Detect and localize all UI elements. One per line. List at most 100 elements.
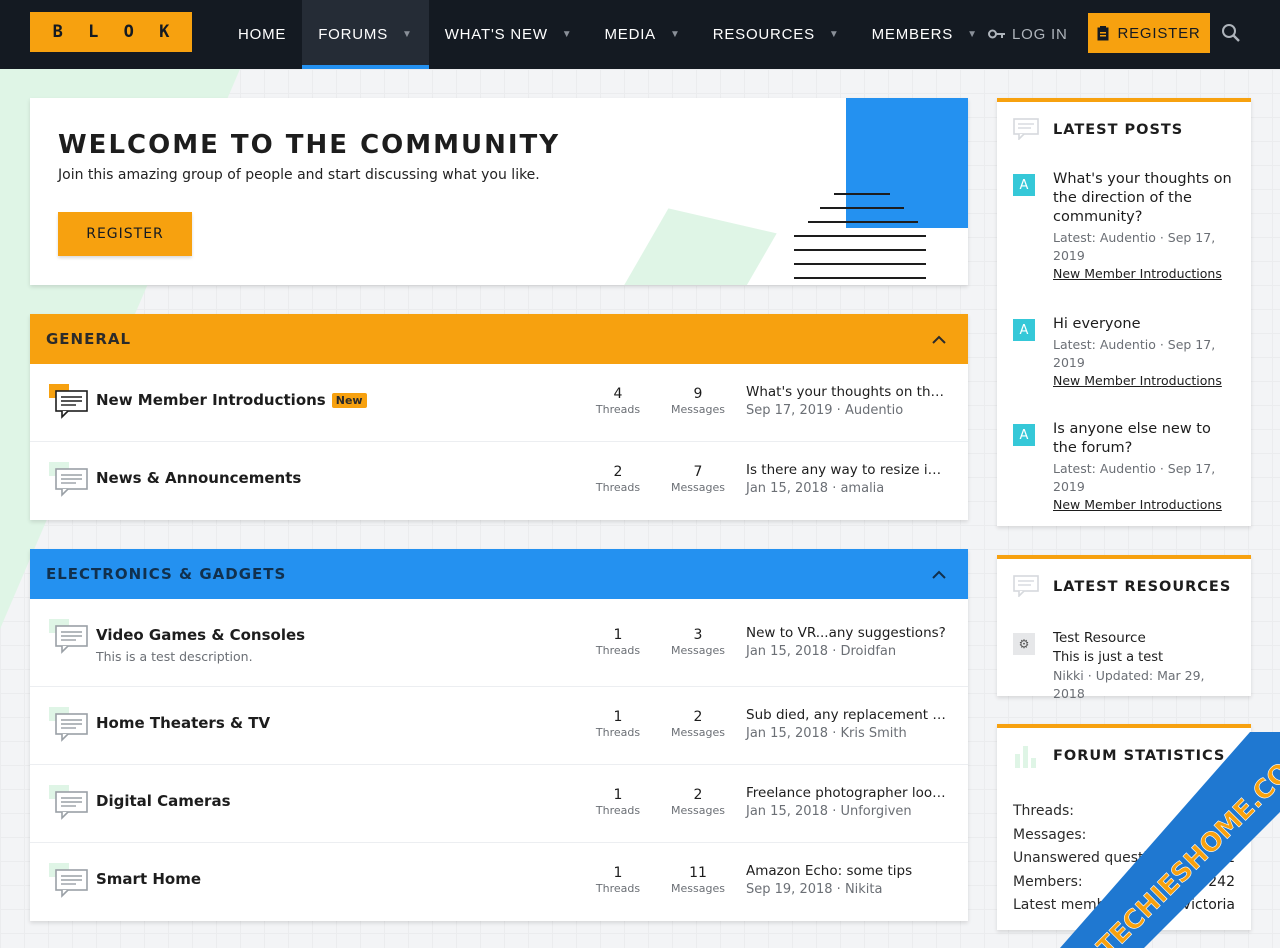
last-post-meta: Jan 15, 2018 · Droidfan [746,644,897,659]
last-post: What's your thoughts on the direction of… [746,384,946,418]
last-post-user[interactable]: Droidfan [840,644,896,659]
latest-post-title[interactable]: What's your thoughts on the direction of… [1053,170,1237,227]
chevron-down-icon[interactable]: ▼ [967,29,978,40]
widget-header: LATEST POSTS [997,102,1251,158]
forum-title-text: Digital Cameras [96,792,231,810]
forum-row[interactable]: Video Games & Consoles This is a test de… [30,599,968,687]
register-button[interactable]: REGISTER [1088,13,1210,53]
chat-bubble-icon [1013,118,1039,140]
nav-members[interactable]: Members ▼ [856,0,994,69]
nav-forums[interactable]: Forums ▼ [302,0,429,69]
last-post-title[interactable]: Freelance photographer looking for tips [746,785,946,801]
last-post-user[interactable]: Nikita [845,882,883,897]
last-post-user[interactable]: Audentio [845,403,903,418]
category-header[interactable]: GENERAL [30,314,968,364]
latest-post-title[interactable]: Hi everyone [1053,315,1237,334]
latest-post-item: A Hi everyone Latest: Audentio · Sep 17,… [997,315,1251,390]
last-post-title[interactable]: Amazon Echo: some tips [746,863,946,879]
welcome-subtitle: Join this amazing group of people and st… [58,167,540,183]
forum-title[interactable]: Digital Cameras [96,792,231,810]
messages-count: 2 Messages [671,787,725,817]
last-post-meta: Jan 15, 2018 · Unforgiven [746,804,912,819]
last-post-meta: Jan 15, 2018 · Kris Smith [746,726,907,741]
forum-title[interactable]: Smart Home [96,870,201,888]
nav-media[interactable]: Media ▼ [588,0,696,69]
widget-latest-resources: LATEST RESOURCES ⚙ Test Resource This is… [997,555,1251,701]
latest-post-meta: Latest: Audentio · Sep 17, 2019 [1053,337,1216,370]
last-post-title[interactable]: New to VR...any suggestions? [746,625,946,641]
last-post-meta: Sep 19, 2018 · Nikita [746,882,883,897]
chat-bubble-icon [49,619,88,654]
chevron-down-icon[interactable]: ▼ [829,29,840,40]
forum-title-text: Smart Home [96,870,202,888]
forum-description: This is a test description. [96,649,253,664]
avatar[interactable]: A [1013,319,1035,341]
category-header[interactable]: ELECTRONICS & GADGETS [30,549,968,599]
welcome-register-button[interactable]: REGISTER [58,212,192,256]
latest-post-forum-link[interactable]: New Member Introductions [1053,265,1237,283]
login-link[interactable]: LOG IN [988,20,1068,48]
latest-post-title[interactable]: Is anyone else new to the forum? [1053,420,1237,458]
latest-post-meta: Latest: Audentio · Sep 17, 2019 [1053,461,1216,494]
nav-whats-new[interactable]: What's new ▼ [429,0,589,69]
last-post-title[interactable]: Is there any way to resize images? [746,462,946,478]
forum-title-text: News & Announcements [96,469,302,487]
messages-count: 7 Messages [671,464,725,494]
chevron-down-icon[interactable]: ▼ [562,29,573,40]
last-post-user[interactable]: amalia [840,481,884,496]
last-post-user[interactable]: Unforgiven [840,804,911,819]
widget-header: FORUM STATISTICS [997,728,1251,784]
search-icon[interactable] [1218,20,1244,46]
nav-label: Members [871,26,954,43]
avatar[interactable]: A [1013,174,1035,196]
gear-icon[interactable]: ⚙ [1013,633,1035,655]
forum-title[interactable]: Video Games & Consoles [96,626,305,644]
widget-header: LATEST RESOURCES [997,559,1251,615]
logo-letter: L [88,22,99,42]
category-electronics: ELECTRONICS & GADGETS Video Games & Cons… [30,549,968,921]
chevron-up-icon[interactable] [932,335,946,344]
nav-label: Forums [318,26,388,43]
chat-bubble-icon [49,785,88,820]
widget-latest-posts: LATEST POSTS A What's your thoughts on t… [997,98,1251,526]
forum-row[interactable]: New Member Introductions New 4 Threads 9… [30,364,968,442]
chevron-up-icon[interactable] [932,570,946,579]
last-post-meta: Sep 17, 2019 · Audentio [746,403,904,418]
stat-row: Messages: [1013,826,1087,843]
widget-title: LATEST POSTS [1053,122,1184,138]
last-post: New to VR...any suggestions? Jan 15, 201… [746,625,946,659]
logo-letter: K [159,22,170,42]
forum-row[interactable]: Digital Cameras 1 Threads 2 Messages Fre… [30,765,968,843]
last-post-title[interactable]: What's your thoughts on the direction of… [746,384,946,400]
stat-row: Threads: [1013,803,1074,819]
welcome-banner: WELCOME TO THE COMMUNITY Join this amazi… [30,98,968,285]
latest-post-forum-link[interactable]: New Member Introductions [1053,496,1237,514]
register-label: REGISTER [1117,24,1201,42]
site-logo[interactable]: B L O K [30,12,192,52]
forum-title[interactable]: New Member Introductions New [96,391,367,409]
threads-count: 1 Threads [595,627,641,657]
latest-post-forum-link[interactable]: New Member Introductions [1053,372,1237,390]
last-post-title[interactable]: Sub died, any replacement suggestions? [746,707,946,723]
forum-row[interactable]: Smart Home 1 Threads 11 Messages Amazon … [30,843,968,921]
forum-title[interactable]: Home Theaters & TV [96,714,270,732]
new-badge: New [331,392,367,408]
resource-title[interactable]: Test Resource [1053,629,1237,648]
nav-resources[interactable]: Resources ▼ [697,0,856,69]
nav-label: What's new [444,26,548,43]
forum-title-text: New Member Introductions [96,391,326,409]
widget-title: LATEST RESOURCES [1053,579,1232,595]
chevron-down-icon[interactable]: ▼ [402,29,413,40]
forum-row[interactable]: News & Announcements 2 Threads 7 Message… [30,442,968,520]
nav-home[interactable]: Home [222,0,302,69]
chevron-down-icon[interactable]: ▼ [670,29,681,40]
forum-title-text: Home Theaters & TV [96,714,271,732]
forum-row[interactable]: Home Theaters & TV 1 Threads 2 Messages … [30,687,968,765]
last-post-user[interactable]: Kris Smith [840,726,906,741]
latest-member-link[interactable]: Victoria [1182,894,1235,918]
avatar[interactable]: A [1013,424,1035,446]
last-post: Sub died, any replacement suggestions? J… [746,707,946,741]
forum-title[interactable]: News & Announcements [96,469,301,487]
last-post: Freelance photographer looking for tips … [746,785,946,819]
category-general: GENERAL New Member Introductions New 4 T… [30,314,968,520]
